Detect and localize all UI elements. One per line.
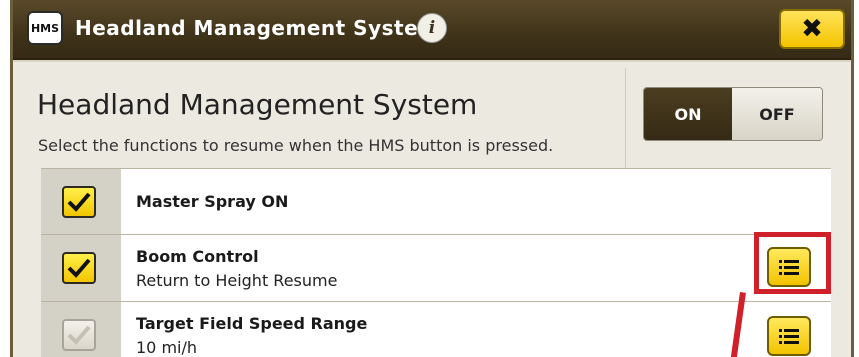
row-title: Boom Control: [136, 247, 259, 266]
hms-on-off-toggle[interactable]: ON OFF: [643, 87, 823, 141]
checkbox-cell: [41, 235, 121, 301]
info-icon[interactable]: i: [417, 13, 447, 43]
function-list: Master Spray ON Boom Control Return to H…: [41, 168, 831, 357]
row-title: Target Field Speed Range: [136, 314, 368, 333]
toggle-off-button[interactable]: OFF: [732, 88, 822, 140]
page-subtitle: Select the functions to resume when the …: [38, 136, 554, 155]
main-content: Headland Management System Select the fu…: [13, 62, 851, 357]
highlight-box: [754, 232, 831, 294]
row-subtitle: 10 mi/h: [136, 338, 198, 357]
row-subtitle: Return to Height Resume: [136, 271, 338, 290]
list-item-target-field-speed: Target Field Speed Range 10 mi/h: [41, 302, 831, 357]
target-field-speed-checkbox[interactable]: [62, 319, 96, 351]
target-field-speed-settings-button[interactable]: [767, 316, 811, 356]
checkbox-cell: [41, 169, 121, 234]
toggle-on-button[interactable]: ON: [644, 88, 732, 140]
page-title: Headland Management System: [37, 88, 478, 121]
title-bar: HMS Headland Management System i ✖: [13, 0, 851, 60]
list-item-master-spray: Master Spray ON: [41, 169, 831, 235]
list-item-boom-control: Boom Control Return to Height Resume: [41, 235, 831, 302]
divider: [625, 68, 626, 168]
checkmark-icon: [67, 325, 91, 345]
close-icon: ✖: [801, 14, 823, 44]
boom-control-checkbox[interactable]: [62, 252, 96, 284]
list-icon: [779, 329, 799, 344]
row-title: Master Spray ON: [136, 192, 289, 211]
close-button[interactable]: ✖: [779, 9, 845, 49]
window-title: Headland Management System: [75, 16, 440, 40]
checkbox-cell: [41, 302, 121, 357]
checkmark-icon: [67, 258, 91, 278]
checkmark-icon: [67, 192, 91, 212]
master-spray-checkbox[interactable]: [62, 186, 96, 218]
hms-logo: HMS: [27, 11, 63, 45]
